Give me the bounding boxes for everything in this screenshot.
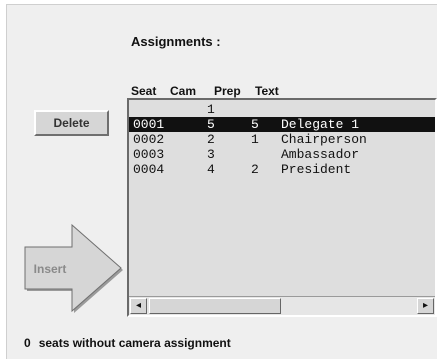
assignments-title: Assignments :: [131, 34, 221, 49]
row-cam: 3: [207, 147, 215, 162]
row-text: Chairperson: [281, 132, 367, 147]
list-row[interactable]: 0003 3 Ambassador: [129, 147, 435, 162]
delete-button[interactable]: Delete: [34, 110, 109, 136]
row-prep: 1: [251, 132, 259, 147]
row-text: Ambassador: [281, 147, 360, 162]
insert-button[interactable]: Insert: [22, 222, 124, 314]
row-seat: 0002: [133, 132, 165, 147]
row-text: Delegate 1: [281, 117, 360, 132]
row-prep: 2: [251, 162, 259, 177]
scroll-thumb[interactable]: [149, 298, 281, 314]
row-cam: 5: [207, 117, 215, 132]
row-prep: 5: [251, 117, 259, 132]
column-header-seat: Seat: [131, 84, 157, 98]
insert-button-label: Insert: [34, 262, 67, 276]
row-cam: 1: [207, 102, 215, 117]
row-text: President: [281, 162, 352, 177]
list-row[interactable]: 0004 4 2 President: [129, 162, 435, 177]
footer-text: seats without camera assignment: [38, 336, 231, 350]
row-cam: 2: [207, 132, 215, 147]
assignments-list[interactable]: 1 0001 5 5 Delegate 1 0002 2 1 Chairpers…: [127, 98, 437, 317]
row-cam: 4: [207, 162, 215, 177]
list-row[interactable]: 0002 2 1 Chairperson: [129, 132, 435, 147]
footer-status: 0 seats without camera assignment: [24, 336, 231, 350]
column-header-cam: Cam: [170, 84, 197, 98]
list-row-selected[interactable]: 0001 5 5 Delegate 1: [129, 117, 435, 132]
row-seat: 0004: [133, 162, 165, 177]
left-arrow-icon: ◂: [135, 300, 142, 311]
right-arrow-icon: ▸: [422, 300, 429, 311]
horizontal-scrollbar[interactable]: ◂ ▸: [129, 296, 435, 315]
list-row[interactable]: 1: [129, 102, 435, 117]
scroll-right-button[interactable]: ▸: [417, 298, 434, 314]
row-seat: 0003: [133, 147, 165, 162]
scroll-left-button[interactable]: ◂: [130, 298, 147, 314]
row-seat: 0001: [133, 117, 165, 132]
column-header-prep: Prep: [214, 84, 241, 98]
column-header-text: Text: [255, 84, 279, 98]
unassigned-seat-count: 0: [24, 336, 31, 350]
